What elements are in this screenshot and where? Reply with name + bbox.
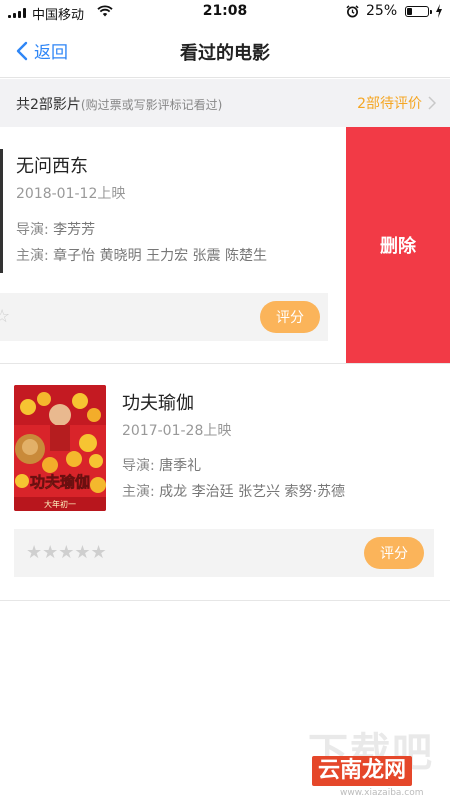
cast-names: 成龙 李治廷 张艺兴 索努·苏德 (159, 484, 345, 500)
charging-icon (436, 4, 442, 18)
director-label: 导演: (122, 458, 155, 474)
release-date: 2018-01-12上映 (16, 186, 126, 202)
rate-button[interactable]: 评分 (364, 537, 424, 569)
movie-title: 无问西东 (16, 156, 88, 177)
watermark: 下载吧 云南龙网 www.xiazaiba.com (300, 720, 450, 800)
chevron-left-icon (16, 41, 28, 60)
summary-count: 共2部影片(购过票或写影评标记看过) (16, 94, 222, 114)
watermark-url: www.xiazaiba.com (340, 788, 424, 798)
delete-button[interactable]: 删除 (346, 127, 450, 363)
movie-title: 功夫瑜伽 (122, 393, 194, 414)
watermark-main-text: 云南龙网 (312, 756, 413, 786)
movie-count: 共2部影片 (16, 97, 81, 113)
rating-bar: ★★★★★ 评分 (14, 529, 434, 577)
poster-title: 功夫瑜伽 (30, 473, 90, 491)
star-rating-partial[interactable]: ☆ (0, 306, 10, 327)
poster-subtitle: 大年初一 (44, 499, 76, 509)
director-line: 导演: 唐季礼 (122, 455, 201, 475)
alarm-icon (346, 5, 359, 18)
release-date: 2017-01-28上映 (122, 423, 232, 439)
battery-percent: 25% (366, 3, 398, 19)
pending-review-label: 2部待评价 (357, 96, 422, 112)
chevron-right-icon (428, 96, 436, 110)
movie-poster: 功夫瑜伽 大年初一 (14, 385, 106, 511)
back-label: 返回 (34, 43, 68, 63)
director-line: 导演: 李芳芳 (16, 219, 95, 239)
summary-note: (购过票或写影评标记看过) (80, 98, 223, 112)
movie-list-item[interactable]: 无问西东 2018-01-12上映 导演: 李芳芳 主演: 章子怡 黄晓明 王力… (0, 127, 450, 364)
item-accent-bar (0, 149, 3, 273)
director-name: 李芳芳 (53, 222, 96, 238)
cast-line: 主演: 章子怡 黄晓明 王力宏 张震 陈楚生 (16, 245, 267, 265)
cast-label: 主演: (16, 248, 49, 264)
director-name: 唐季礼 (159, 458, 202, 474)
cast-line: 主演: 成龙 李治廷 张艺兴 索努·苏德 (122, 481, 345, 501)
director-label: 导演: (16, 222, 49, 238)
battery-icon (405, 6, 432, 17)
rating-bar: ☆ 评分 (0, 293, 328, 341)
back-button[interactable]: 返回 (16, 38, 68, 63)
movie-list-item[interactable]: 功夫瑜伽 大年初一 功夫瑜伽 2017-01-28上映 导演: 唐季礼 主演: … (0, 365, 450, 601)
pending-review-link[interactable]: 2部待评价 (357, 93, 436, 113)
nav-bar: 返回 看过的电影 (0, 26, 450, 78)
poster-image: 功夫瑜伽 大年初一 (14, 385, 106, 511)
cast-label: 主演: (122, 484, 155, 500)
rate-button[interactable]: 评分 (260, 301, 320, 333)
star-rating[interactable]: ★★★★★ (26, 542, 107, 563)
status-bar: 中国移动 21:08 25% (0, 0, 450, 26)
summary-bar: 共2部影片(购过票或写影评标记看过) 2部待评价 (0, 79, 450, 127)
cast-names: 章子怡 黄晓明 王力宏 张震 陈楚生 (53, 248, 267, 264)
